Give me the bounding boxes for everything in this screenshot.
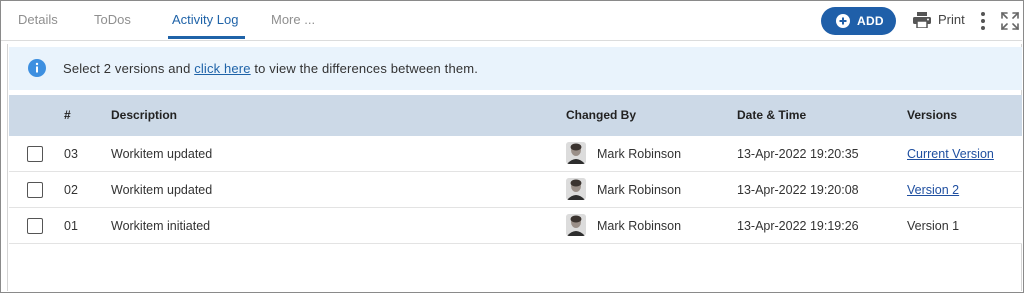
row-date-time: 13-Apr-2022 19:20:08 bbox=[737, 183, 859, 197]
user-avatar bbox=[566, 178, 586, 200]
table-row: 02 Workitem updated Mark Robinson 13-Apr… bbox=[9, 172, 1022, 208]
row-date-time: 13-Apr-2022 19:20:35 bbox=[737, 147, 859, 161]
user-avatar bbox=[566, 214, 586, 236]
print-label: Print bbox=[938, 12, 965, 27]
plus-circle-icon bbox=[836, 14, 850, 28]
printer-icon bbox=[913, 12, 931, 28]
column-header-versions[interactable]: Versions bbox=[907, 108, 957, 122]
add-button-label: ADD bbox=[857, 14, 884, 28]
tab-details[interactable]: Details bbox=[18, 12, 58, 27]
version-label: Version 1 bbox=[907, 219, 960, 233]
row-date-time: 13-Apr-2022 19:19:26 bbox=[737, 219, 859, 233]
row-checkbox[interactable] bbox=[27, 146, 43, 162]
tab-bar: Details ToDos Activity Log More ... ADD … bbox=[1, 1, 1022, 41]
expand-icon[interactable] bbox=[1000, 11, 1020, 31]
row-number: 03 bbox=[64, 147, 78, 161]
row-description: Workitem updated bbox=[111, 183, 213, 197]
active-tab-indicator bbox=[168, 36, 245, 39]
row-changed-by: Mark Robinson bbox=[597, 183, 682, 197]
row-number: 02 bbox=[64, 183, 78, 197]
compare-versions-link[interactable]: click here bbox=[194, 61, 250, 76]
add-button[interactable]: ADD bbox=[821, 7, 896, 35]
column-header-number: # bbox=[64, 108, 71, 122]
version-link[interactable]: Current Version bbox=[907, 147, 994, 161]
table-row: 03 Workitem updated Mark Robinson 13-Apr… bbox=[9, 136, 1022, 172]
row-description: Workitem initiated bbox=[111, 219, 211, 233]
row-number: 01 bbox=[64, 219, 78, 233]
tab-more[interactable]: More ... bbox=[271, 12, 315, 27]
tab-activity-log[interactable]: Activity Log bbox=[172, 12, 238, 27]
column-header-description[interactable]: Description bbox=[111, 108, 177, 122]
info-text-after: to view the differences between them. bbox=[250, 61, 478, 76]
row-checkbox[interactable] bbox=[27, 182, 43, 198]
user-avatar bbox=[566, 142, 586, 164]
info-text-before: Select 2 versions and bbox=[63, 61, 195, 76]
table-row: 01 Workitem initiated Mark Robinson 13-A… bbox=[9, 208, 1022, 244]
column-header-date-time[interactable]: Date & Time bbox=[737, 108, 806, 122]
table-header: # Description Changed By Date & Time Ver… bbox=[9, 95, 1022, 136]
row-changed-by: Mark Robinson bbox=[597, 147, 682, 161]
info-circle-icon bbox=[28, 59, 46, 77]
row-changed-by: Mark Robinson bbox=[597, 219, 682, 233]
column-header-changed-by[interactable]: Changed By bbox=[566, 108, 636, 122]
tab-todos[interactable]: ToDos bbox=[94, 12, 131, 27]
info-message: Select 2 versions and click here to view… bbox=[63, 61, 478, 76]
kebab-menu-icon[interactable] bbox=[978, 11, 988, 31]
row-description: Workitem updated bbox=[111, 147, 213, 161]
version-link[interactable]: Version 2 bbox=[907, 183, 959, 197]
row-checkbox[interactable] bbox=[27, 218, 43, 234]
